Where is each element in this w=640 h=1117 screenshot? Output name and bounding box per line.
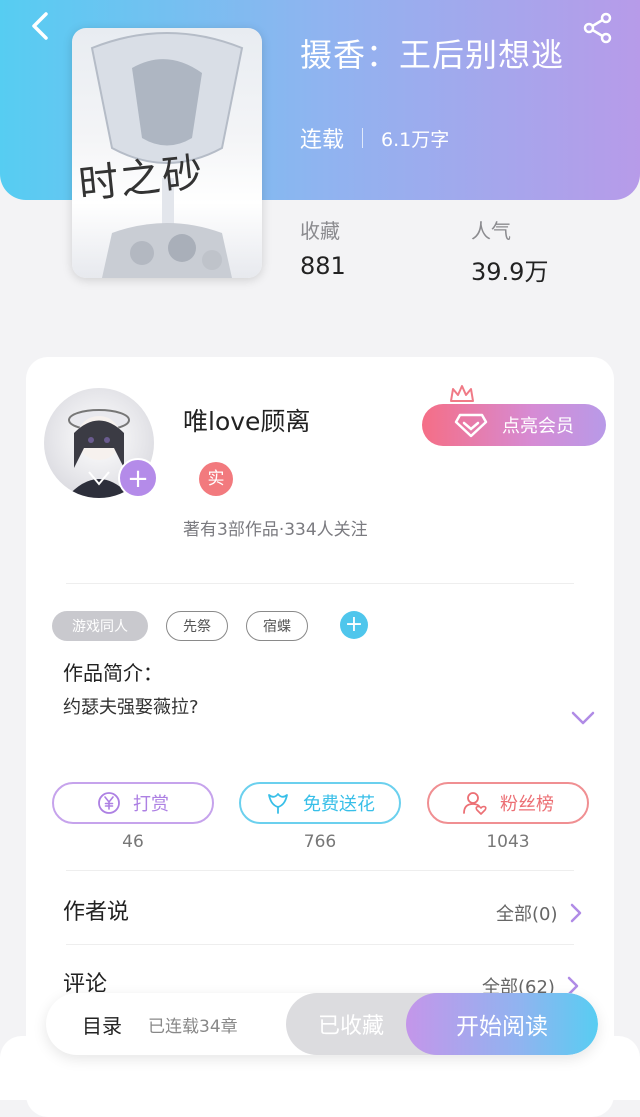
tip-button[interactable]: 打赏 [52,782,214,824]
crown-icon [450,385,474,402]
tag-chip[interactable]: 游戏同人 [52,611,148,641]
stat-favorites: 收藏 881 [300,215,346,280]
word-count: 6.1万字 [381,128,450,151]
share-button[interactable] [578,8,618,48]
start-reading-button[interactable]: 开始阅读 [406,993,598,1055]
stat-label: 收藏 [300,219,340,243]
divider [66,870,574,871]
stat-label: 人气 [471,219,511,243]
chapter-count: 已连载34章 [148,1017,238,1037]
book-title: 摄香：王后别想逃 [300,36,565,74]
bottom-action-bar: 目录 已连载34章 已收藏 开始阅读 [46,993,598,1055]
divider [66,944,574,945]
author-notes-link[interactable]: 全部(0) [496,900,584,926]
tip-label: 打赏 [133,794,169,815]
yen-coin-icon [98,792,120,814]
flower-label: 免费送花 [303,794,375,815]
serial-status: 连载 [300,128,345,153]
author-stats: 著有3部作品·334人关注 [183,520,368,540]
diamond-icon [454,413,488,438]
tag-chip[interactable]: 宿蝶 [246,611,308,641]
fans-count: 1043 [486,832,530,852]
fans-label: 粉丝榜 [500,794,554,815]
flower-count: 766 [303,832,337,852]
vip-button[interactable]: 点亮会员 [422,404,606,446]
intro-text: 约瑟夫强娶薇拉? [63,697,199,718]
stat-value: 39.9万 [471,258,549,286]
table-of-contents-button[interactable]: 目录 [82,1010,122,1039]
tip-count: 46 [122,832,144,852]
add-tag-button[interactable]: + [340,611,368,639]
book-meta: 连载 6.1万字 [300,122,449,154]
book-cover[interactable]: 时之砂 [72,28,262,278]
tag-chip[interactable]: 先祭 [166,611,228,641]
collected-label: 已收藏 [317,1014,384,1039]
meta-divider [362,128,364,148]
stat-popularity: 人气 39.9万 [471,215,548,287]
author-notes-title: 作者说 [63,900,130,925]
fan-user-icon [463,792,487,815]
fan-ranking-button[interactable]: 粉丝榜 [427,782,589,824]
follow-author-button[interactable]: + [118,458,158,498]
divider [66,583,574,584]
stat-value: 881 [300,252,346,280]
author-name[interactable]: 唯love顾离 [183,402,310,438]
chevron-down-icon[interactable] [570,710,596,726]
author-notes-count: 全部(0) [496,904,558,925]
share-icon [583,12,612,44]
intro-heading: 作品简介： [63,661,163,685]
back-button[interactable] [20,8,60,44]
send-flower-button[interactable]: 免费送花 [239,782,401,824]
vip-label: 点亮会员 [502,416,574,437]
verified-badge: 实 [199,462,233,496]
chevron-right-icon [570,903,581,923]
flower-icon [268,793,288,814]
chevron-left-icon [32,12,48,40]
